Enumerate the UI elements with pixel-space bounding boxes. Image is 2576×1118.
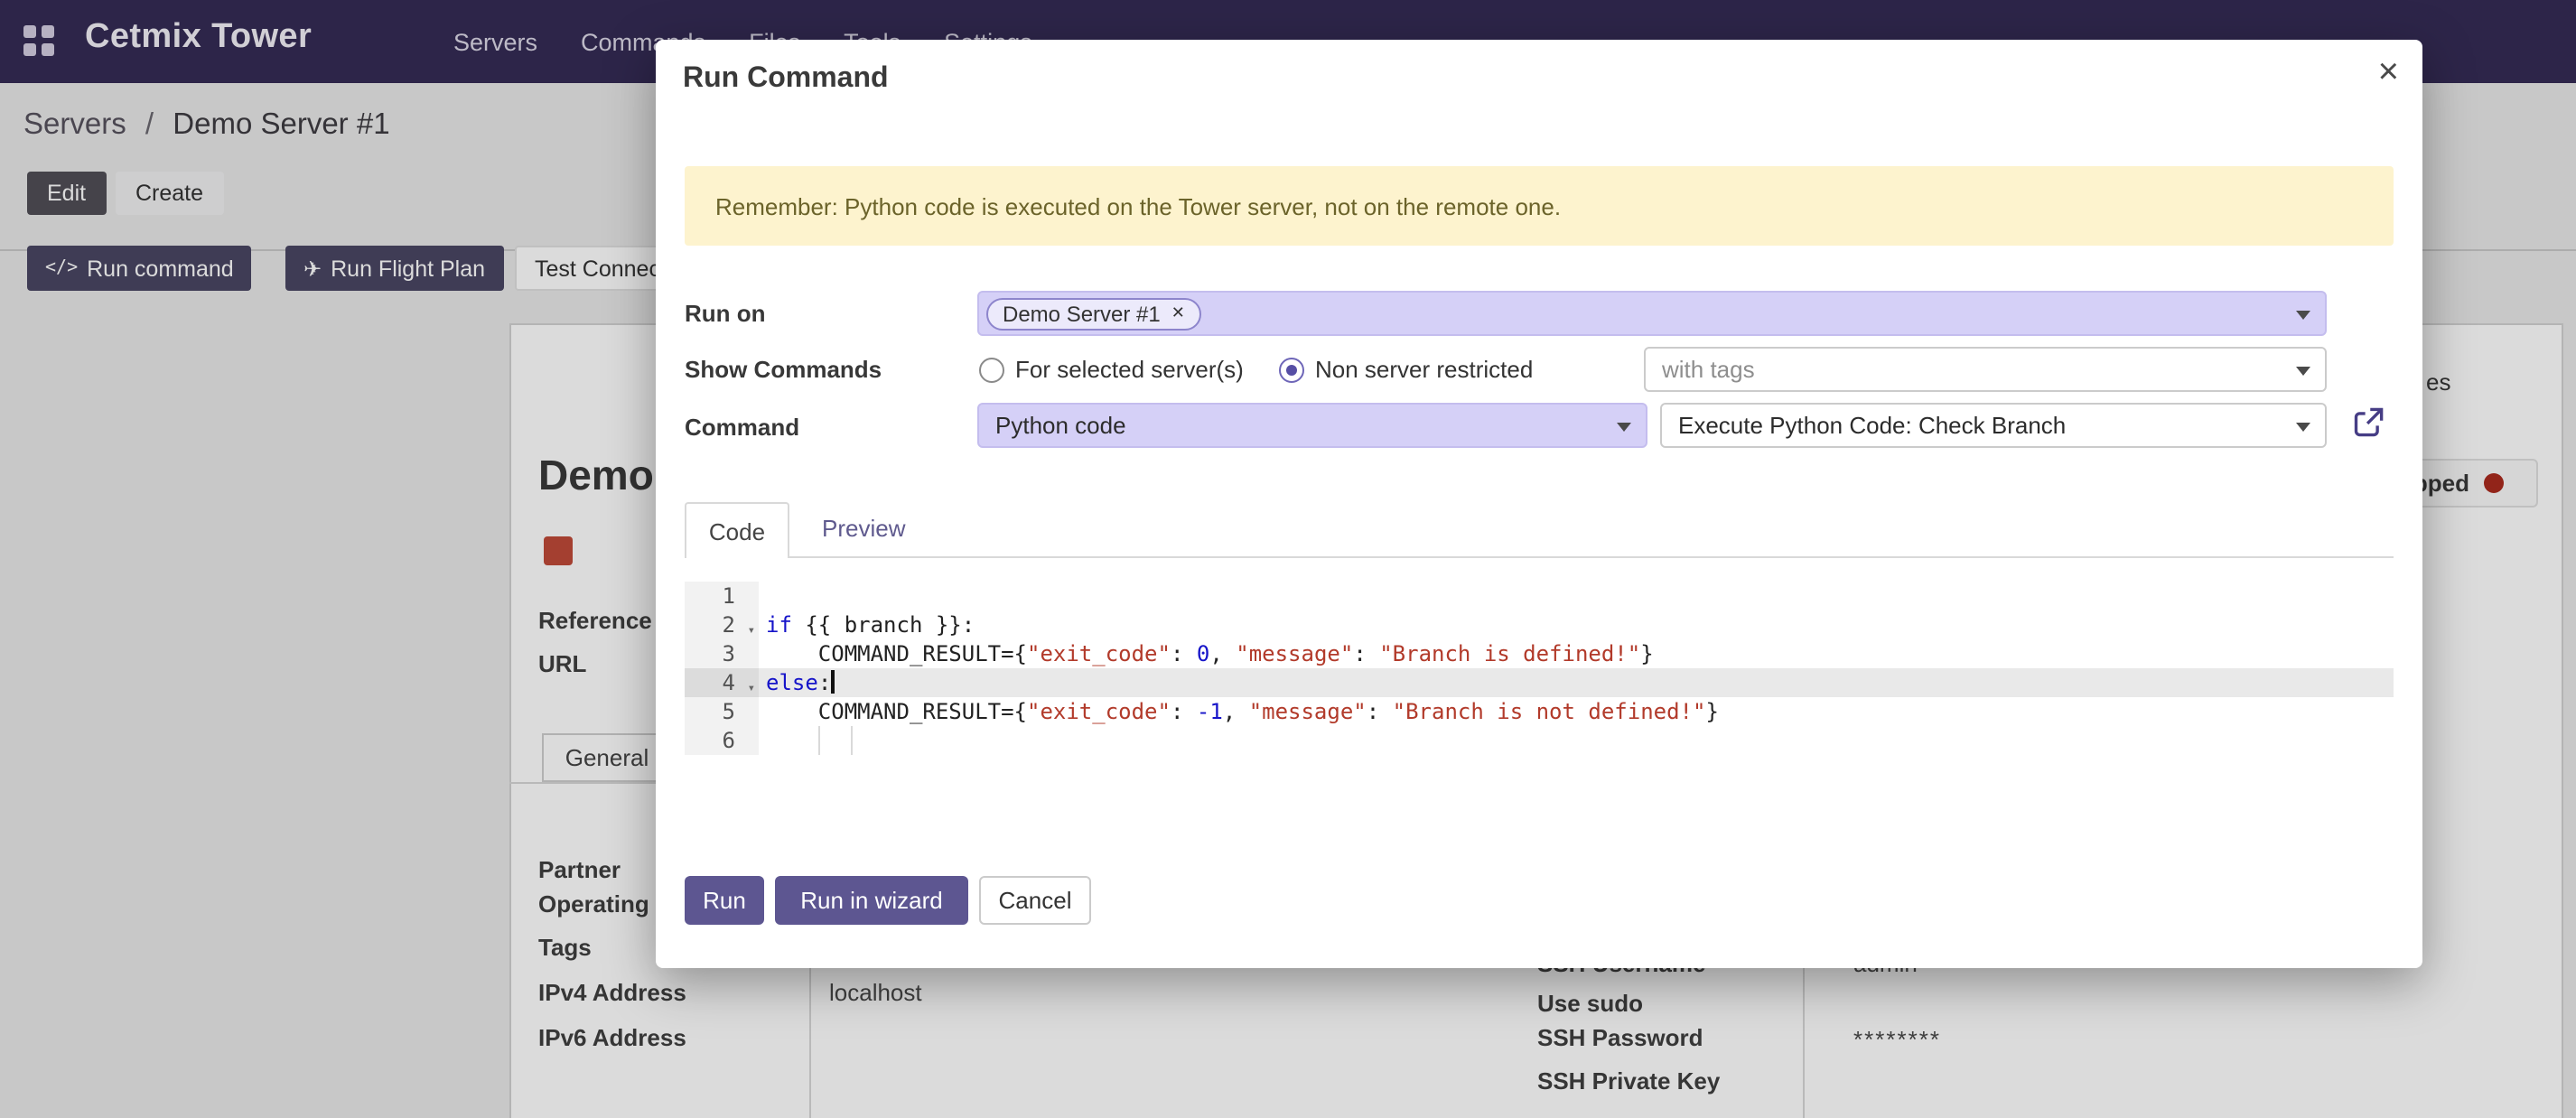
label-command: Command [685,414,799,441]
radio-label-non-server-restricted[interactable]: Non server restricted [1315,356,1533,383]
tab-underline [685,556,2394,558]
python-warning-alert: Remember: Python code is executed on the… [685,166,2394,246]
close-icon[interactable]: × [2378,54,2399,90]
modal-title: Run Command [683,63,889,96]
line-number: 5 [685,697,759,726]
line-number: 6 [685,726,759,755]
with-tags-select[interactable]: with tags [1644,347,2327,392]
chevron-down-icon [1617,422,1631,431]
radio-for-selected-servers[interactable] [979,358,1004,383]
command-type-select[interactable]: Python code [977,403,1647,448]
line-number: 2▾ [685,610,759,639]
line-number: 4▾ [685,668,759,697]
external-link-icon[interactable] [2352,406,2385,439]
radio-non-server-restricted[interactable] [1279,358,1304,383]
tab-code[interactable]: Code [685,502,789,558]
editor-line-6: 6 [685,726,2394,755]
app-root: Cetmix Tower ServersCommandsFilesToolsSe… [0,0,2576,1118]
line-number: 1 [685,582,759,610]
code-editor[interactable]: 12▾if {{ branch }}:3 COMMAND_RESULT={"ex… [685,582,2394,755]
chevron-down-icon [2296,310,2310,319]
code-line-content: COMMAND_RESULT={"exit_code": 0, "message… [759,639,2394,668]
tab-preview[interactable]: Preview [822,515,906,542]
run-button[interactable]: Run [685,876,764,925]
chevron-down-icon [2296,422,2310,431]
code-line-content [759,726,2394,755]
label-show-commands: Show Commands [685,356,882,383]
editor-line-4: 4▾else: [685,668,2394,697]
code-line-content [759,582,2394,610]
label-run-on: Run on [685,300,766,327]
code-line-content: COMMAND_RESULT={"exit_code": -1, "messag… [759,697,2394,726]
run-on-select[interactable]: Demo Server #1 ✕ [977,291,2327,336]
editor-line-1: 1 [685,582,2394,610]
indent-guide [851,726,853,755]
run-command-modal: Run Command × Remember: Python code is e… [656,40,2422,968]
code-line-content: else: [759,668,2394,697]
editor-line-5: 5 COMMAND_RESULT={"exit_code": -1, "mess… [685,697,2394,726]
command-select[interactable]: Execute Python Code: Check Branch [1660,403,2327,448]
indent-guide [818,726,820,755]
radio-label-for-selected-servers[interactable]: For selected server(s) [1015,356,1244,383]
run-in-wizard-button[interactable]: Run in wizard [775,876,968,925]
chevron-down-icon [2296,366,2310,375]
text-cursor [831,670,834,694]
server-tag-chip[interactable]: Demo Server #1 ✕ [986,297,1201,330]
line-number: 3 [685,639,759,668]
editor-line-3: 3 COMMAND_RESULT={"exit_code": 0, "messa… [685,639,2394,668]
code-line-content: if {{ branch }}: [759,610,2394,639]
cancel-button[interactable]: Cancel [979,876,1091,925]
editor-line-2: 2▾if {{ branch }}: [685,610,2394,639]
remove-tag-icon[interactable]: ✕ [1171,303,1185,323]
